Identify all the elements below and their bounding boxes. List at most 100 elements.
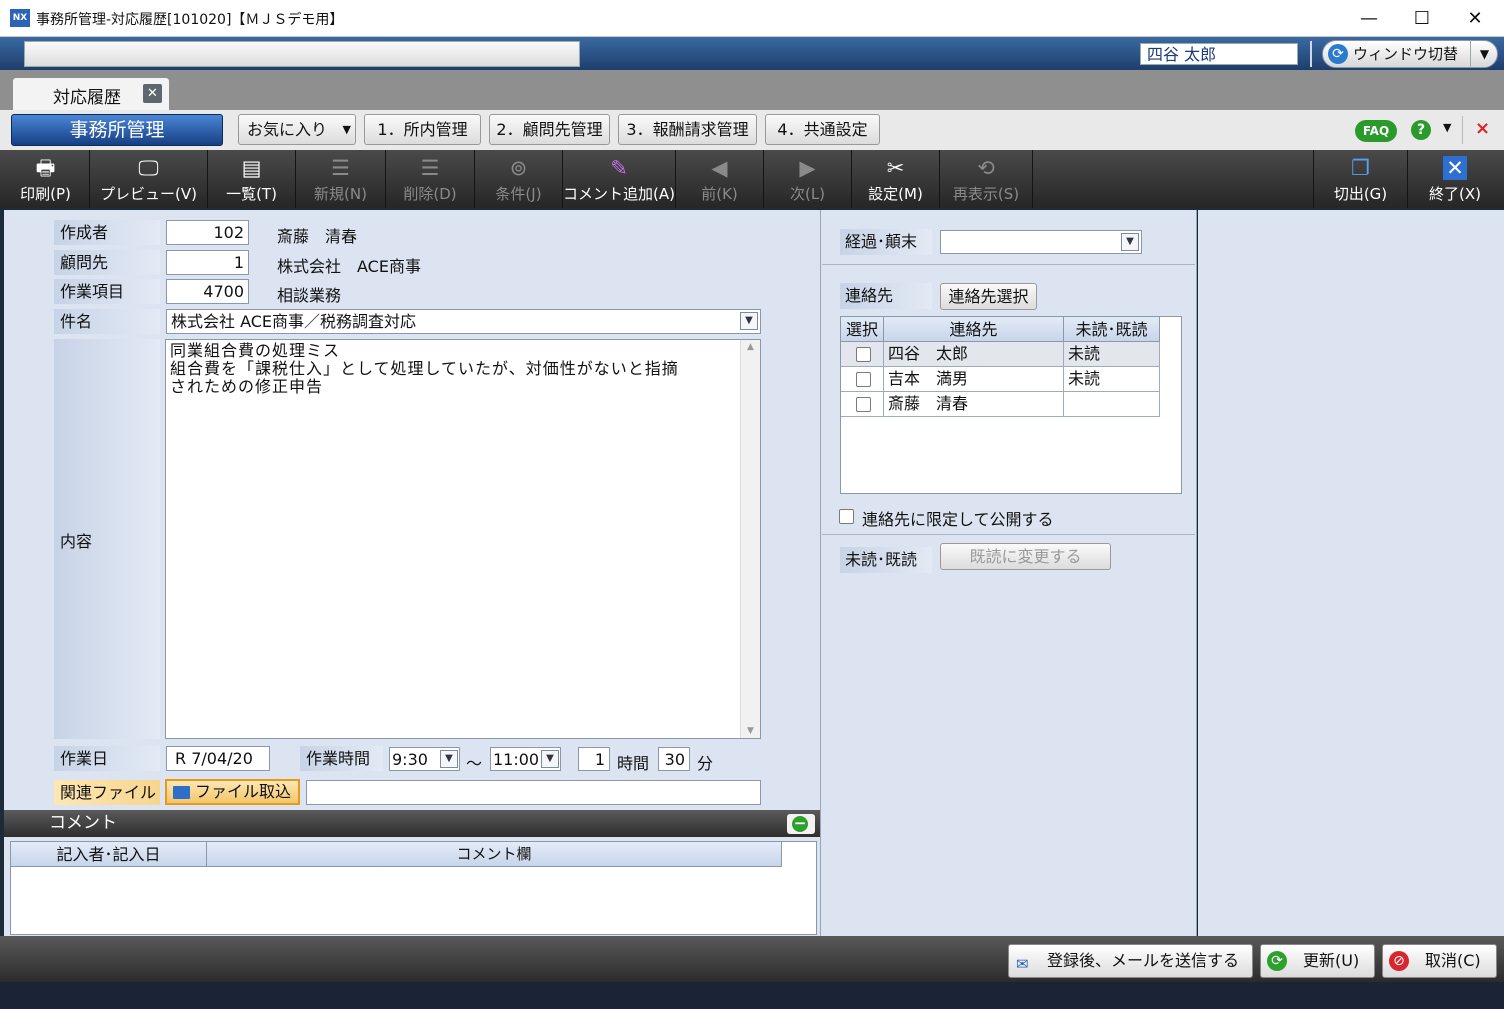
prev-icon: ◀ [711,156,728,180]
content-label: 内容 [60,532,93,551]
scroll-down-icon[interactable]: ▼ [741,726,760,736]
header-divider [1310,41,1312,67]
contact-name[interactable]: 斎藤 清春 [884,392,1064,417]
monitor-icon: 🖵 [138,156,159,180]
register-send-mail-button[interactable]: 登録後、メールを送信する [1008,944,1253,978]
status-bar [0,982,1504,1009]
print-button[interactable]: 🖶 印刷(P) [2,150,90,208]
task-label: 作業項目 [54,279,160,304]
time-range-separator: ～ [466,754,483,773]
tab-close-icon[interactable]: ✕ [143,84,162,103]
chevron-down-icon[interactable]: ▼ [740,312,758,330]
column-select[interactable]: 選択 [841,317,884,342]
row-checkbox[interactable] [856,347,871,362]
client-name: 株式会社 ACE商事 [277,257,421,276]
preview-label: プレビュー(V) [100,185,197,203]
preview-button[interactable]: 🖵 プレビュー(V) [90,150,208,208]
tools-icon: ✂ [886,156,905,180]
content-scrollbar[interactable]: ▲ ▼ [740,340,760,738]
help-icon[interactable]: ? [1411,120,1431,140]
column-contact[interactable]: 連絡先 [884,317,1064,342]
comment-grid[interactable]: 記入者･記入日 コメント欄 [10,841,817,935]
table-row-select-cell[interactable] [841,342,884,367]
table-row-select-cell[interactable] [841,367,884,392]
client-code-input[interactable]: 1 [166,250,249,275]
chevron-down-icon[interactable]: ▼ [440,750,458,768]
row-checkbox[interactable] [856,397,871,412]
add-comment-label: コメント追加(A) [563,185,675,203]
app-icon: NX [10,9,30,27]
subject-label: 件名 [54,309,160,334]
column-author-date[interactable]: 記入者･記入日 [11,842,207,867]
add-comment-button[interactable]: ✎ コメント追加(A) [563,150,676,208]
comment-section-header: コメント [4,810,820,837]
author-code-input[interactable]: 102 [166,220,249,245]
printer-icon: 🖶 [35,156,56,180]
contact-name[interactable]: 四谷 太郎 [884,342,1064,367]
new-button[interactable]: ☰ 新規(N) [296,150,386,208]
exit-label: 終了(X) [1429,185,1481,203]
section-divider [822,534,1195,535]
help-caret-icon[interactable]: ▼ [1443,121,1451,134]
exit-icon: ✕ [1443,156,1467,180]
task-name: 相談業務 [277,286,342,305]
prev-button[interactable]: ◀ 前(K) [676,150,764,208]
close-window-button[interactable]: ✕ [1448,0,1502,37]
minimize-button[interactable]: — [1342,0,1396,37]
contact-name[interactable]: 吉本 満男 [884,367,1064,392]
row-checkbox[interactable] [856,372,871,387]
header-input[interactable] [24,41,580,67]
next-button[interactable]: ▶ 次(L) [764,150,852,208]
subject-select[interactable]: 株式会社 ACE商事／税務調査対応 [166,309,761,334]
column-comment[interactable]: コメント欄 [207,842,782,867]
limit-public-checkbox[interactable] [839,509,854,524]
column-read-status[interactable]: 未読･既読 [1064,317,1160,342]
scroll-up-icon[interactable]: ▲ [741,342,760,352]
mark-as-read-button[interactable]: 既読に変更する [940,543,1111,570]
task-code-input[interactable]: 4700 [166,279,249,304]
window-switch-caret-icon[interactable]: ▼ [1470,40,1498,68]
progress-select[interactable] [940,230,1142,254]
work-date-input[interactable]: R 7/04/20 [166,746,270,771]
chevron-down-icon[interactable]: ▼ [541,750,559,768]
faq-icon[interactable]: FAQ [1355,120,1397,142]
favorites-dropdown[interactable]: お気に入り ▼ [238,114,356,145]
menu-fee-billing[interactable]: 3．報酬請求管理 [618,114,757,145]
office-management-title[interactable]: 事務所管理 [11,114,223,146]
refresh-icon: ⟳ [1267,951,1287,971]
tab-strip [0,70,1504,110]
hours-input[interactable]: 1 [578,747,610,771]
redisplay-label: 再表示(S) [952,185,1020,203]
content-line: 同業組合費の処理ミス [170,341,341,360]
contacts-label: 連絡先 [840,283,932,309]
menu-client-management[interactable]: 2．顧問先管理 [489,114,610,145]
next-icon: ▶ [799,156,816,180]
list-button[interactable]: ▤ 一覧(T) [208,150,296,208]
menu-office-internal[interactable]: 1．所内管理 [364,114,481,145]
minutes-input[interactable]: 30 [658,747,690,771]
maximize-button[interactable]: ☐ [1395,0,1449,37]
redisplay-button[interactable]: ⟲ 再表示(S) [940,150,1033,208]
file-path-input[interactable] [306,780,761,805]
cut-out-button[interactable]: ❐ 切出(G) [1313,150,1408,208]
minus-icon[interactable]: − [792,816,808,832]
contacts-grid[interactable]: 選択 連絡先 未読･既読 四谷 太郎 未読 吉本 満男 未読 斎藤 清春 [840,316,1182,494]
progress-label: 経過･顛末 [840,229,932,255]
settings-button[interactable]: ✂ 設定(M) [852,150,940,208]
condition-button[interactable]: ⊚ 条件(J) [475,150,563,208]
menu-common-settings[interactable]: 4．共通設定 [765,114,880,145]
exit-button[interactable]: ✕ 終了(X) [1408,150,1502,208]
table-row-select-cell[interactable] [841,392,884,417]
menu-close-icon[interactable]: × [1475,118,1490,139]
tab-history-label: 対応履歴 [53,88,121,108]
delete-label: 削除(D) [403,185,457,203]
contact-status [1064,392,1160,417]
list-label: 一覧(T) [226,185,277,203]
delete-button[interactable]: ☰ 削除(D) [386,150,475,208]
client-label: 顧問先 [54,250,160,275]
content-textarea[interactable]: 同業組合費の処理ミス 組合費を「課税仕入」として処理していたが、対価性がないと指… [165,339,761,739]
settings-label: 設定(M) [868,185,923,203]
select-contacts-button[interactable]: 連絡先選択 [940,283,1037,310]
refresh-display-icon: ⟲ [977,156,995,180]
chevron-down-icon[interactable]: ▼ [1121,233,1139,251]
